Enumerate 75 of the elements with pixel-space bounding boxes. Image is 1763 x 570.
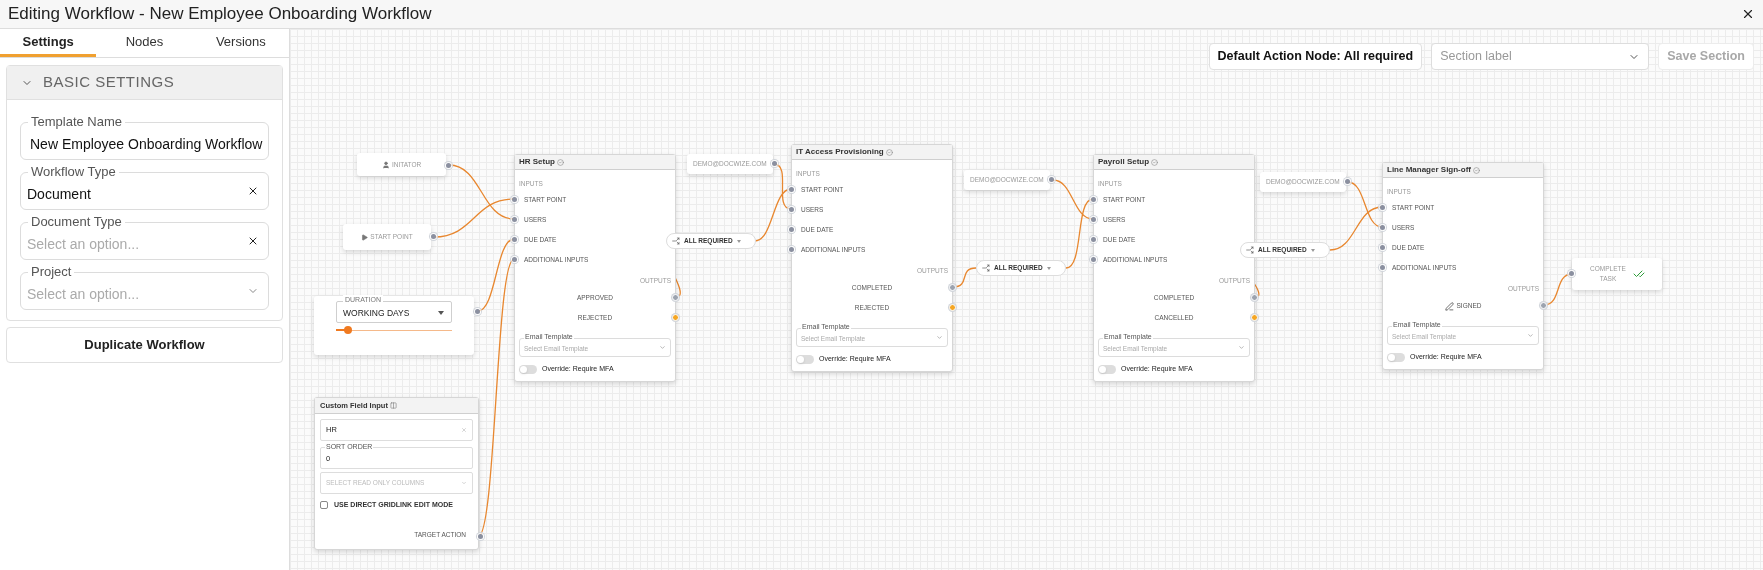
chevron-down-icon (936, 334, 943, 341)
user-icon (381, 160, 390, 169)
section-header[interactable]: BASIC SETTINGS (7, 66, 282, 100)
node-title: HR Setup (519, 158, 555, 166)
chevron-down-icon (1238, 344, 1245, 351)
check-circle-icon (1473, 166, 1480, 174)
port-dot[interactable] (1568, 270, 1575, 277)
signature-icon (1444, 301, 1454, 311)
node-title: Line Manager Sign-off (1387, 166, 1471, 174)
port-dot[interactable] (1047, 176, 1055, 183)
clear-icon[interactable] (247, 235, 259, 247)
chevron-down-icon (659, 344, 666, 351)
port-dot[interactable] (477, 533, 484, 540)
columns-icon (389, 402, 397, 409)
port-dot[interactable] (1090, 236, 1097, 243)
node-title: Payroll Setup (1098, 158, 1150, 166)
port-dot[interactable] (1090, 216, 1097, 223)
tab[interactable]: Nodes (96, 29, 193, 57)
tab[interactable]: Versions (192, 29, 289, 57)
caret-icon (736, 239, 741, 243)
port-dot[interactable] (1379, 224, 1386, 231)
port-dot[interactable] (445, 162, 452, 169)
caret-icon (438, 311, 444, 315)
duplicate-workflow-button[interactable]: Duplicate Workflow (6, 327, 283, 363)
port-dot[interactable] (430, 233, 437, 240)
port-dot[interactable] (788, 186, 795, 193)
port-dot[interactable] (1379, 204, 1386, 211)
field-label: Workflow Type (28, 164, 119, 180)
play-icon (361, 233, 369, 241)
split-icon (672, 237, 680, 245)
mfa-toggle[interactable] (1387, 352, 1405, 362)
port-dot[interactable] (511, 216, 518, 223)
chevron-down-icon (461, 480, 467, 486)
caret-icon (1310, 248, 1315, 252)
field-placeholder: Select an option... (27, 235, 140, 253)
field-placeholder: Select an option... (27, 285, 140, 303)
field-label: Project (28, 264, 75, 280)
chevron-down-icon (1527, 332, 1534, 339)
checkbox[interactable] (320, 501, 328, 510)
field-value: New Employee Onboarding Workflow (30, 135, 263, 153)
port-dot[interactable] (1090, 256, 1097, 263)
caret-icon (1046, 266, 1051, 270)
mfa-toggle[interactable] (519, 364, 537, 374)
port-dot[interactable] (1343, 178, 1351, 185)
port-dot[interactable] (770, 160, 778, 167)
port-dot[interactable] (1090, 196, 1097, 203)
tab[interactable]: Settings (0, 29, 97, 57)
port-dot[interactable] (788, 206, 795, 213)
split-icon (982, 264, 990, 272)
mfa-toggle[interactable] (1098, 364, 1116, 374)
window-title: Editing Workflow - New Employee Onboarding Workflow (8, 3, 432, 26)
port-dot[interactable] (474, 308, 481, 315)
check-circle-icon (885, 148, 893, 156)
split-icon (1246, 246, 1254, 254)
field-label: Template Name (28, 114, 126, 130)
slider-thumb[interactable] (343, 326, 352, 334)
default-action-button[interactable]: Default Action Node: All required (1208, 43, 1423, 70)
clear-icon[interactable] (247, 185, 259, 197)
check-circle-icon (1151, 158, 1159, 166)
port-dot[interactable] (511, 196, 518, 203)
double-check-icon (1633, 268, 1645, 280)
port-dot[interactable] (1379, 244, 1386, 251)
port-dot[interactable] (788, 246, 795, 253)
port-dot[interactable] (788, 226, 795, 233)
mfa-toggle[interactable] (796, 354, 814, 364)
port-dot[interactable] (511, 236, 518, 243)
port-dot[interactable] (1379, 264, 1386, 271)
port-dot[interactable] (511, 256, 518, 263)
field-label: Document Type (28, 214, 125, 230)
check-circle-icon (557, 158, 564, 166)
close-icon[interactable] (1741, 7, 1755, 21)
field-value: WORKING DAYS (343, 308, 410, 319)
field-value: Document (27, 185, 91, 203)
node-title: IT Access Provisioning (796, 148, 884, 156)
duration-slider[interactable] (336, 326, 452, 334)
